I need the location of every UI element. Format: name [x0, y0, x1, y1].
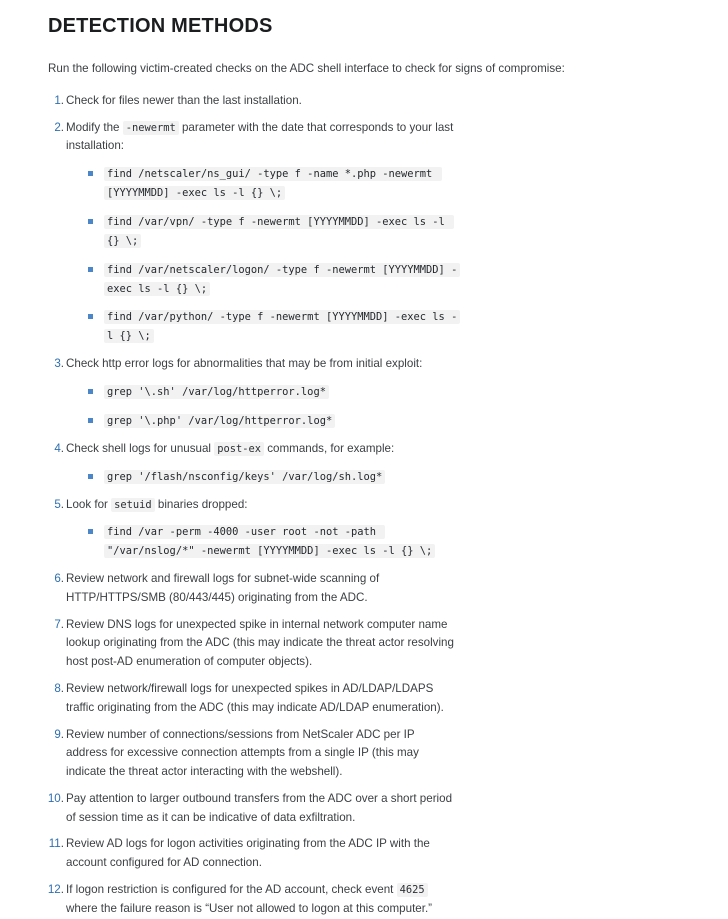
- list-item: find /var/netscaler/logon/ -type f -newe…: [88, 261, 461, 299]
- step-number: 2: [36, 119, 64, 138]
- command-code: grep '\.sh' /var/log/httperror.log*: [104, 385, 329, 400]
- step-text-before: If logon restriction is configured for t…: [66, 883, 397, 896]
- step-number: 11: [36, 835, 64, 854]
- square-bullet-icon: [88, 529, 93, 535]
- step-text-before: Check shell logs for unusual: [66, 441, 215, 455]
- square-bullet-icon: [88, 266, 93, 272]
- detection-steps-list: 1 Check for files newer than the last in…: [0, 92, 728, 919]
- list-item: 7 Review DNS logs for unexpected spike i…: [52, 616, 458, 672]
- step-text: Pay attention to larger outbound transfe…: [66, 791, 453, 824]
- list-item: 8 Review network/firewall logs for unexp…: [52, 680, 458, 718]
- command-code: grep '/flash/nsconfig/keys' /var/log/sh.…: [104, 469, 386, 484]
- list-item: 6 Review network and firewall logs for s…: [52, 570, 458, 608]
- list-item: 3 Check http error logs for abnormalitie…: [52, 355, 458, 431]
- step-number: 3: [36, 355, 64, 374]
- list-item: 9 Review number of connections/sessions …: [52, 726, 458, 782]
- inline-code: 4625: [396, 883, 428, 897]
- step-text-before: Modify the: [66, 120, 123, 134]
- step-text: Review AD logs for logon activities orig…: [66, 837, 430, 870]
- command-list: find /var -perm -4000 -user root -not -p…: [66, 523, 458, 561]
- command-code: grep '\.php' /var/log/httperror.log*: [104, 413, 336, 428]
- square-bullet-icon: [88, 218, 93, 224]
- square-bullet-icon: [88, 417, 93, 423]
- list-item: 10 Pay attention to larger outbound tran…: [48, 790, 458, 828]
- list-item: find /netscaler/ns_gui/ -type f -name *.…: [88, 165, 458, 203]
- list-item: grep '\.sh' /var/log/httperror.log*: [88, 383, 458, 402]
- list-item: find /var/vpn/ -type f -newermt [YYYYMMD…: [88, 213, 458, 251]
- square-bullet-icon: [88, 389, 93, 395]
- list-item: 4 Check shell logs for unusual post-ex c…: [52, 440, 458, 487]
- step-text-after: binaries dropped:: [154, 497, 248, 511]
- step-text: Check for files newer than the last inst…: [66, 93, 302, 107]
- step-text: Review network/firewall logs for unexpec…: [66, 681, 444, 714]
- command-code: find /netscaler/ns_gui/ -type f -name *.…: [104, 167, 442, 201]
- step-number: 12: [36, 881, 64, 900]
- inline-code: post-ex: [214, 441, 265, 456]
- list-item: 5 Look for setuid binaries dropped: find…: [52, 496, 458, 562]
- step-text: Review DNS logs for unexpected spike in …: [66, 617, 454, 669]
- step-text-after: where the failure reason is “User not al…: [66, 901, 433, 915]
- command-list: grep '/flash/nsconfig/keys' /var/log/sh.…: [66, 468, 458, 487]
- document-page: DETECTION METHODS Run the following vict…: [0, 0, 728, 915]
- step-number: 5: [36, 496, 64, 515]
- step-number: 8: [36, 680, 64, 699]
- step-number: 9: [36, 726, 64, 745]
- intro-paragraph: Run the following victim-created checks …: [48, 62, 565, 75]
- step-number: 1: [36, 92, 64, 111]
- command-code: find /var -perm -4000 -user root -not -p…: [104, 525, 436, 559]
- step-number: 7: [36, 616, 64, 635]
- step-number: 4: [36, 440, 64, 459]
- list-item: find /var -perm -4000 -user root -not -p…: [88, 523, 458, 561]
- command-code: find /var/netscaler/logon/ -type f -newe…: [104, 262, 461, 296]
- list-item: 11 Review AD logs for logon activities o…: [49, 835, 458, 873]
- square-bullet-icon: [88, 171, 93, 177]
- list-item: grep '\.php' /var/log/httperror.log*: [88, 412, 458, 431]
- command-code: find /var/python/ -type f -newermt [YYYY…: [104, 310, 461, 344]
- square-bullet-icon: [88, 314, 93, 320]
- list-item: 12 If logon restriction is configured fo…: [48, 881, 458, 919]
- list-item: grep '/flash/nsconfig/keys' /var/log/sh.…: [88, 468, 458, 487]
- step-number: 6: [36, 570, 64, 589]
- inline-code: -newermt: [122, 120, 179, 135]
- step-text-after: commands, for example:: [264, 441, 395, 455]
- list-item: 1 Check for files newer than the last in…: [52, 92, 458, 111]
- step-text: Review network and firewall logs for sub…: [66, 572, 380, 604]
- list-item: find /var/python/ -type f -newermt [YYYY…: [88, 308, 461, 346]
- step-number: 10: [36, 790, 64, 809]
- command-list: grep '\.sh' /var/log/httperror.log* grep…: [66, 383, 458, 431]
- step-text: Review number of connections/sessions fr…: [66, 727, 419, 779]
- command-code: find /var/vpn/ -type f -newermt [YYYYMMD…: [104, 214, 455, 248]
- list-item: 2 Modify the -newermt parameter with the…: [52, 119, 461, 347]
- step-text-before: Look for: [66, 497, 112, 511]
- inline-code: setuid: [111, 497, 155, 512]
- step-text: Check http error logs for abnormalities …: [66, 357, 423, 371]
- page-title: DETECTION METHODS: [48, 15, 273, 37]
- square-bullet-icon: [88, 473, 93, 479]
- command-list: find /netscaler/ns_gui/ -type f -name *.…: [66, 165, 461, 346]
